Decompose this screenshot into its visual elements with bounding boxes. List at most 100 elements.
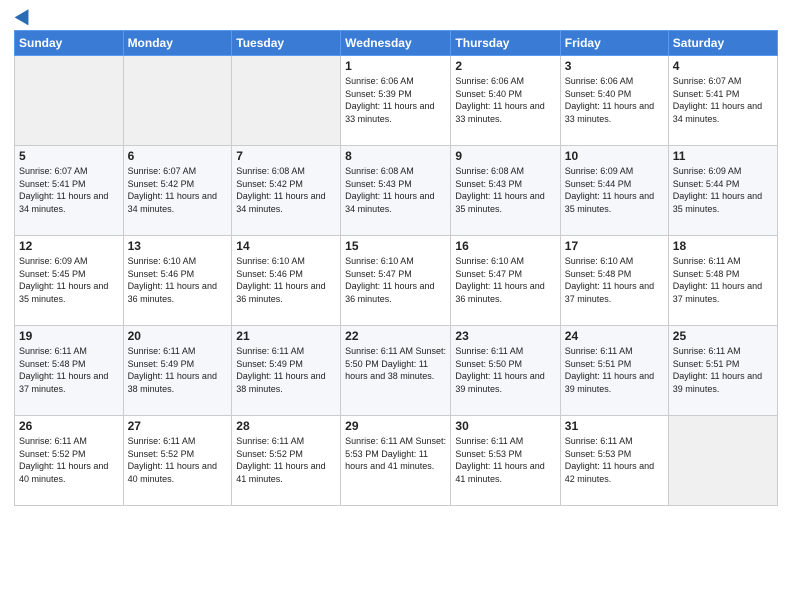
day-info: Sunrise: 6:11 AM Sunset: 5:53 PM Dayligh… <box>455 435 555 485</box>
day-number: 31 <box>565 419 664 433</box>
day-number: 24 <box>565 329 664 343</box>
calendar-header-row: SundayMondayTuesdayWednesdayThursdayFrid… <box>15 31 778 56</box>
calendar-cell <box>15 56 124 146</box>
logo <box>14 10 32 24</box>
calendar-week-4: 19 Sunrise: 6:11 AM Sunset: 5:48 PM Dayli… <box>15 326 778 416</box>
day-info: Sunrise: 6:09 AM Sunset: 5:45 PM Dayligh… <box>19 255 119 305</box>
calendar-cell: 11 Sunrise: 6:09 AM Sunset: 5:44 PM Dayli… <box>668 146 777 236</box>
day-info: Sunrise: 6:11 AM Sunset: 5:48 PM Dayligh… <box>673 255 773 305</box>
calendar-table: SundayMondayTuesdayWednesdayThursdayFrid… <box>14 30 778 506</box>
day-info: Sunrise: 6:11 AM Sunset: 5:51 PM Dayligh… <box>565 345 664 395</box>
calendar-cell: 17 Sunrise: 6:10 AM Sunset: 5:48 PM Dayli… <box>560 236 668 326</box>
day-info: Sunrise: 6:10 AM Sunset: 5:46 PM Dayligh… <box>128 255 228 305</box>
day-number: 11 <box>673 149 773 163</box>
calendar-header-sunday: Sunday <box>15 31 124 56</box>
day-info: Sunrise: 6:11 AM Sunset: 5:52 PM Dayligh… <box>19 435 119 485</box>
calendar-cell: 3Sunrise: 6:06 AM Sunset: 5:40 PM Daylig… <box>560 56 668 146</box>
calendar-cell <box>123 56 232 146</box>
day-number: 25 <box>673 329 773 343</box>
calendar-cell: 29Sunrise: 6:11 AM Sunset: 5:53 PM Dayli… <box>341 416 451 506</box>
calendar-week-3: 12Sunrise: 6:09 AM Sunset: 5:45 PM Dayli… <box>15 236 778 326</box>
calendar-cell: 13 Sunrise: 6:10 AM Sunset: 5:46 PM Dayli… <box>123 236 232 326</box>
calendar-header-tuesday: Tuesday <box>232 31 341 56</box>
calendar-header-wednesday: Wednesday <box>341 31 451 56</box>
day-number: 15 <box>345 239 446 253</box>
calendar-cell: 9 Sunrise: 6:08 AM Sunset: 5:43 PM Daylig… <box>451 146 560 236</box>
calendar-cell: 14 Sunrise: 6:10 AM Sunset: 5:46 PM Dayli… <box>232 236 341 326</box>
calendar-cell: 21 Sunrise: 6:11 AM Sunset: 5:49 PM Dayli… <box>232 326 341 416</box>
calendar-cell: 20Sunrise: 6:11 AM Sunset: 5:49 PM Dayli… <box>123 326 232 416</box>
day-number: 6 <box>128 149 228 163</box>
day-info: Sunrise: 6:11 AM Sunset: 5:53 PM Dayligh… <box>565 435 664 485</box>
calendar-header-thursday: Thursday <box>451 31 560 56</box>
day-number: 13 <box>128 239 228 253</box>
day-number: 18 <box>673 239 773 253</box>
calendar-header-monday: Monday <box>123 31 232 56</box>
day-info: Sunrise: 6:09 AM Sunset: 5:44 PM Dayligh… <box>673 165 773 215</box>
day-info: Sunrise: 6:07 AM Sunset: 5:42 PM Dayligh… <box>128 165 228 215</box>
day-info: Sunrise: 6:11 AM Sunset: 5:49 PM Dayligh… <box>236 345 336 395</box>
calendar-cell: 30 Sunrise: 6:11 AM Sunset: 5:53 PM Dayli… <box>451 416 560 506</box>
day-number: 8 <box>345 149 446 163</box>
calendar-week-5: 26 Sunrise: 6:11 AM Sunset: 5:52 PM Dayli… <box>15 416 778 506</box>
calendar-week-1: 1 Sunrise: 6:06 AM Sunset: 5:39 PM Daylig… <box>15 56 778 146</box>
calendar-cell: 6 Sunrise: 6:07 AM Sunset: 5:42 PM Daylig… <box>123 146 232 236</box>
day-number: 5 <box>19 149 119 163</box>
calendar-cell <box>232 56 341 146</box>
day-number: 21 <box>236 329 336 343</box>
day-info: Sunrise: 6:10 AM Sunset: 5:47 PM Dayligh… <box>455 255 555 305</box>
day-number: 20 <box>128 329 228 343</box>
day-number: 14 <box>236 239 336 253</box>
day-number: 19 <box>19 329 119 343</box>
day-number: 27 <box>128 419 228 433</box>
day-number: 7 <box>236 149 336 163</box>
calendar-cell: 16 Sunrise: 6:10 AM Sunset: 5:47 PM Dayli… <box>451 236 560 326</box>
calendar-week-2: 5 Sunrise: 6:07 AM Sunset: 5:41 PM Daylig… <box>15 146 778 236</box>
calendar-cell: 19 Sunrise: 6:11 AM Sunset: 5:48 PM Dayli… <box>15 326 124 416</box>
calendar-cell: 7 Sunrise: 6:08 AM Sunset: 5:42 PM Daylig… <box>232 146 341 236</box>
calendar-cell: 8 Sunrise: 6:08 AM Sunset: 5:43 PM Daylig… <box>341 146 451 236</box>
day-info: Sunrise: 6:06 AM Sunset: 5:39 PM Dayligh… <box>345 75 446 125</box>
calendar-header-friday: Friday <box>560 31 668 56</box>
day-number: 10 <box>565 149 664 163</box>
day-info: Sunrise: 6:08 AM Sunset: 5:43 PM Dayligh… <box>455 165 555 215</box>
day-info: Sunrise: 6:06 AM Sunset: 5:40 PM Dayligh… <box>455 75 555 125</box>
day-info: Sunrise: 6:11 AM Sunset: 5:48 PM Dayligh… <box>19 345 119 395</box>
calendar-cell: 15 Sunrise: 6:10 AM Sunset: 5:47 PM Dayli… <box>341 236 451 326</box>
day-number: 17 <box>565 239 664 253</box>
day-info: Sunrise: 6:10 AM Sunset: 5:47 PM Dayligh… <box>345 255 446 305</box>
day-number: 1 <box>345 59 446 73</box>
calendar-cell: 10 Sunrise: 6:09 AM Sunset: 5:44 PM Dayli… <box>560 146 668 236</box>
day-number: 30 <box>455 419 555 433</box>
calendar-cell: 31 Sunrise: 6:11 AM Sunset: 5:53 PM Dayli… <box>560 416 668 506</box>
day-number: 2 <box>455 59 555 73</box>
day-number: 16 <box>455 239 555 253</box>
day-info: Sunrise: 6:10 AM Sunset: 5:46 PM Dayligh… <box>236 255 336 305</box>
calendar-cell: 24 Sunrise: 6:11 AM Sunset: 5:51 PM Dayli… <box>560 326 668 416</box>
calendar-cell <box>668 416 777 506</box>
day-info: Sunrise: 6:08 AM Sunset: 5:43 PM Dayligh… <box>345 165 446 215</box>
day-info: Sunrise: 6:08 AM Sunset: 5:42 PM Dayligh… <box>236 165 336 215</box>
day-number: 4 <box>673 59 773 73</box>
day-info: Sunrise: 6:09 AM Sunset: 5:44 PM Dayligh… <box>565 165 664 215</box>
calendar-cell: 18 Sunrise: 6:11 AM Sunset: 5:48 PM Dayli… <box>668 236 777 326</box>
calendar-cell: 2 Sunrise: 6:06 AM Sunset: 5:40 PM Daylig… <box>451 56 560 146</box>
calendar-cell: 25Sunrise: 6:11 AM Sunset: 5:51 PM Dayli… <box>668 326 777 416</box>
day-number: 26 <box>19 419 119 433</box>
calendar-cell: 12Sunrise: 6:09 AM Sunset: 5:45 PM Dayli… <box>15 236 124 326</box>
day-info: Sunrise: 6:11 AM Sunset: 5:50 PM Dayligh… <box>345 345 446 383</box>
day-number: 23 <box>455 329 555 343</box>
calendar-cell: 1 Sunrise: 6:06 AM Sunset: 5:39 PM Daylig… <box>341 56 451 146</box>
day-info: Sunrise: 6:06 AM Sunset: 5:40 PM Dayligh… <box>565 75 664 125</box>
day-number: 9 <box>455 149 555 163</box>
day-number: 22 <box>345 329 446 343</box>
day-info: Sunrise: 6:07 AM Sunset: 5:41 PM Dayligh… <box>19 165 119 215</box>
day-info: Sunrise: 6:11 AM Sunset: 5:52 PM Dayligh… <box>128 435 228 485</box>
day-number: 28 <box>236 419 336 433</box>
header <box>14 10 778 24</box>
calendar-cell: 27 Sunrise: 6:11 AM Sunset: 5:52 PM Dayli… <box>123 416 232 506</box>
calendar-header-saturday: Saturday <box>668 31 777 56</box>
calendar-cell: 28 Sunrise: 6:11 AM Sunset: 5:52 PM Dayli… <box>232 416 341 506</box>
day-info: Sunrise: 6:11 AM Sunset: 5:52 PM Dayligh… <box>236 435 336 485</box>
day-info: Sunrise: 6:10 AM Sunset: 5:48 PM Dayligh… <box>565 255 664 305</box>
